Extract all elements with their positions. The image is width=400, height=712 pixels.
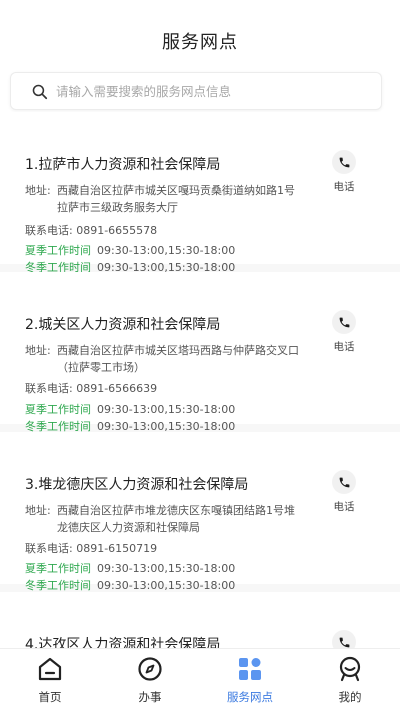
summer-hours-value: 09:30-13:00,15:30-18:00 bbox=[97, 403, 236, 416]
compass-icon bbox=[138, 657, 162, 681]
phone-label: 联系电话: bbox=[25, 542, 73, 555]
address-label: 地址: bbox=[25, 504, 51, 517]
office-phone: 联系电话: 0891-6566639 bbox=[25, 380, 157, 396]
summer-hours: 夏季工作时间 09:30-13:00,15:30-18:00 bbox=[25, 401, 235, 417]
call-button[interactable]: 电话 bbox=[330, 470, 358, 514]
summer-hours-value: 09:30-13:00,15:30-18:00 bbox=[97, 244, 236, 257]
phone-icon bbox=[332, 150, 356, 174]
office-card[interactable]: 4.达孜区人力资源和社会保障局 bbox=[0, 592, 400, 648]
address-label: 地址: bbox=[25, 344, 51, 357]
address-value: 西藏自治区拉萨市城关区嘎玛贡桑街道纳如路1号拉萨市三级政务服务大厅 bbox=[57, 184, 295, 214]
office-name: 1.拉萨市人力资源和社会保障局 bbox=[25, 157, 221, 173]
phone-icon bbox=[332, 470, 356, 494]
phone-label: 联系电话: bbox=[25, 224, 73, 237]
profile-icon bbox=[339, 656, 361, 682]
tab-service-points[interactable]: 服务网点 bbox=[200, 649, 300, 712]
summer-hours-label: 夏季工作时间 bbox=[25, 244, 91, 257]
search-bar[interactable] bbox=[10, 72, 382, 110]
office-address: 地址: 西藏自治区拉萨市城关区塔玛西路与仲萨路交叉口（拉萨零工市场） bbox=[25, 342, 305, 376]
search-input[interactable] bbox=[56, 83, 356, 99]
tab-tasks[interactable]: 办事 bbox=[100, 649, 200, 712]
bottom-tab-bar: 首页 办事 服务网点 我的 bbox=[0, 648, 400, 712]
office-phone: 联系电话: 0891-6655578 bbox=[25, 222, 157, 238]
office-name: 3.堆龙德庆区人力资源和社会保障局 bbox=[25, 477, 249, 493]
phone-value: 0891-6566639 bbox=[76, 382, 158, 395]
tab-home-label: 首页 bbox=[38, 690, 62, 704]
page-header: 服务网点 bbox=[0, 0, 400, 66]
address-value: 西藏自治区拉萨市城关区塔玛西路与仲萨路交叉口（拉萨零工市场） bbox=[57, 344, 299, 374]
winter-hours: 冬季工作时间 09:30-13:00,15:30-18:00 bbox=[25, 577, 235, 593]
call-label: 电话 bbox=[333, 501, 355, 513]
page-title: 服务网点 bbox=[162, 32, 238, 53]
office-list[interactable]: 1.拉萨市人力资源和社会保障局 地址: 西藏自治区拉萨市城关区嘎玛贡桑街道纳如路… bbox=[0, 112, 400, 648]
tab-mine[interactable]: 我的 bbox=[300, 649, 400, 712]
phone-value: 0891-6655578 bbox=[76, 224, 158, 237]
call-label: 电话 bbox=[333, 341, 355, 353]
office-name: 2.城关区人力资源和社会保障局 bbox=[25, 317, 221, 333]
summer-hours: 夏季工作时间 09:30-13:00,15:30-18:00 bbox=[25, 560, 235, 576]
search-icon bbox=[32, 84, 48, 99]
office-name: 4.达孜区人力资源和社会保障局 bbox=[25, 637, 221, 648]
phone-label: 联系电话: bbox=[25, 382, 73, 395]
summer-hours-label: 夏季工作时间 bbox=[25, 403, 91, 416]
winter-hours-value: 09:30-13:00,15:30-18:00 bbox=[97, 579, 236, 592]
office-address: 地址: 西藏自治区拉萨市城关区嘎玛贡桑街道纳如路1号拉萨市三级政务服务大厅 bbox=[25, 182, 305, 216]
tab-home[interactable]: 首页 bbox=[0, 649, 100, 712]
office-address: 地址: 西藏自治区拉萨市堆龙德庆区东嘎镇团结路1号堆龙德庆区人力资源和社保障局 bbox=[25, 502, 305, 536]
home-icon bbox=[38, 657, 62, 681]
winter-hours-label: 冬季工作时间 bbox=[25, 579, 91, 592]
phone-icon bbox=[332, 630, 356, 648]
office-card[interactable]: 1.拉萨市人力资源和社会保障局 地址: 西藏自治区拉萨市城关区嘎玛贡桑街道纳如路… bbox=[0, 112, 400, 274]
call-button[interactable]: 电话 bbox=[330, 310, 358, 354]
tab-mine-label: 我的 bbox=[338, 690, 362, 704]
summer-hours-value: 09:30-13:00,15:30-18:00 bbox=[97, 562, 236, 575]
summer-hours-label: 夏季工作时间 bbox=[25, 562, 91, 575]
phone-value: 0891-6150719 bbox=[76, 542, 158, 555]
call-label: 电话 bbox=[333, 181, 355, 193]
summer-hours: 夏季工作时间 09:30-13:00,15:30-18:00 bbox=[25, 242, 235, 258]
office-card[interactable]: 2.城关区人力资源和社会保障局 地址: 西藏自治区拉萨市城关区塔玛西路与仲萨路交… bbox=[0, 272, 400, 433]
call-button[interactable]: 电话 bbox=[330, 150, 358, 194]
grid-icon bbox=[239, 658, 261, 680]
phone-icon bbox=[332, 310, 356, 334]
tab-tasks-label: 办事 bbox=[138, 690, 162, 704]
address-value: 西藏自治区拉萨市堆龙德庆区东嘎镇团结路1号堆龙德庆区人力资源和社保障局 bbox=[57, 504, 295, 534]
address-label: 地址: bbox=[25, 184, 51, 197]
office-card[interactable]: 3.堆龙德庆区人力资源和社会保障局 地址: 西藏自治区拉萨市堆龙德庆区东嘎镇团结… bbox=[0, 432, 400, 592]
call-button[interactable] bbox=[330, 630, 358, 648]
office-phone: 联系电话: 0891-6150719 bbox=[25, 540, 157, 556]
tab-service-points-label: 服务网点 bbox=[227, 690, 273, 704]
